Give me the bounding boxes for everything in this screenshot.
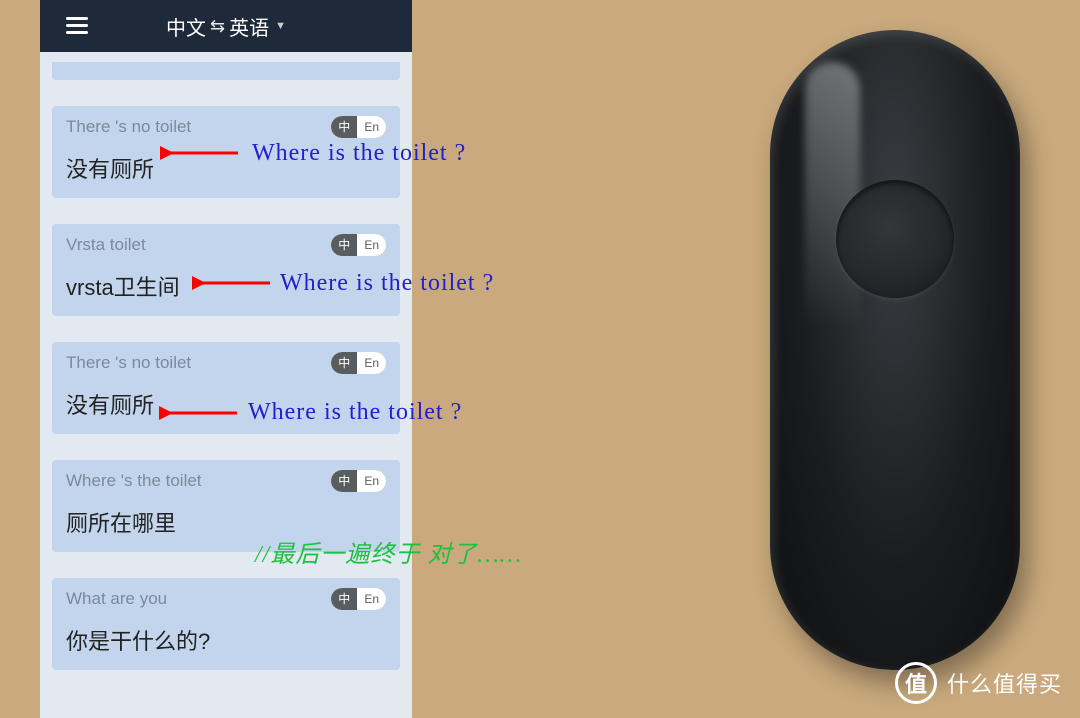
annotation-q3: Where is the toilet ? <box>248 399 462 426</box>
annotation-comment: //最后一遍终于 对了…… <box>255 534 522 569</box>
lang-toggle[interactable]: 中 En <box>331 588 386 610</box>
chevron-down-icon: ▼ <box>275 20 286 32</box>
source-text: What are you <box>66 589 167 609</box>
watermark: 值 什么值得买 <box>895 662 1062 704</box>
annotation-q2: Where is the toilet ? <box>280 270 494 297</box>
lang-to: 英语 <box>229 12 269 41</box>
source-text: Vrsta toilet <box>66 235 146 255</box>
source-text: There 's no toilet <box>66 117 191 137</box>
translated-text: 你是干什么的? <box>66 624 386 656</box>
translation-card[interactable]: What are you 中 En 你是干什么的? <box>52 578 400 670</box>
lang-toggle[interactable]: 中 En <box>331 234 386 256</box>
app-screenshot: 中文 ⇆ 英语 ▼ There 's no toilet 中 En 没有厕所 V… <box>40 0 412 718</box>
translator-device <box>770 30 1020 670</box>
app-header: 中文 ⇆ 英语 ▼ <box>40 0 412 52</box>
device-body <box>770 30 1020 670</box>
swap-icon: ⇆ <box>210 16 225 37</box>
device-main-button <box>836 180 954 298</box>
partial-card <box>52 62 400 80</box>
watermark-logo: 值 <box>895 662 937 704</box>
lang-toggle[interactable]: 中 En <box>331 352 386 374</box>
watermark-text: 什么值得买 <box>947 667 1062 699</box>
language-pair-selector[interactable]: 中文 ⇆ 英语 ▼ <box>166 12 286 41</box>
hamburger-icon[interactable] <box>66 17 88 35</box>
source-text: There 's no toilet <box>66 353 191 373</box>
lang-toggle[interactable]: 中 En <box>331 470 386 492</box>
annotation-q1: Where is the toilet ? <box>252 140 466 167</box>
source-text: Where 's the toilet <box>66 471 202 491</box>
lang-from: 中文 <box>166 12 206 41</box>
lang-toggle[interactable]: 中 En <box>331 116 386 138</box>
